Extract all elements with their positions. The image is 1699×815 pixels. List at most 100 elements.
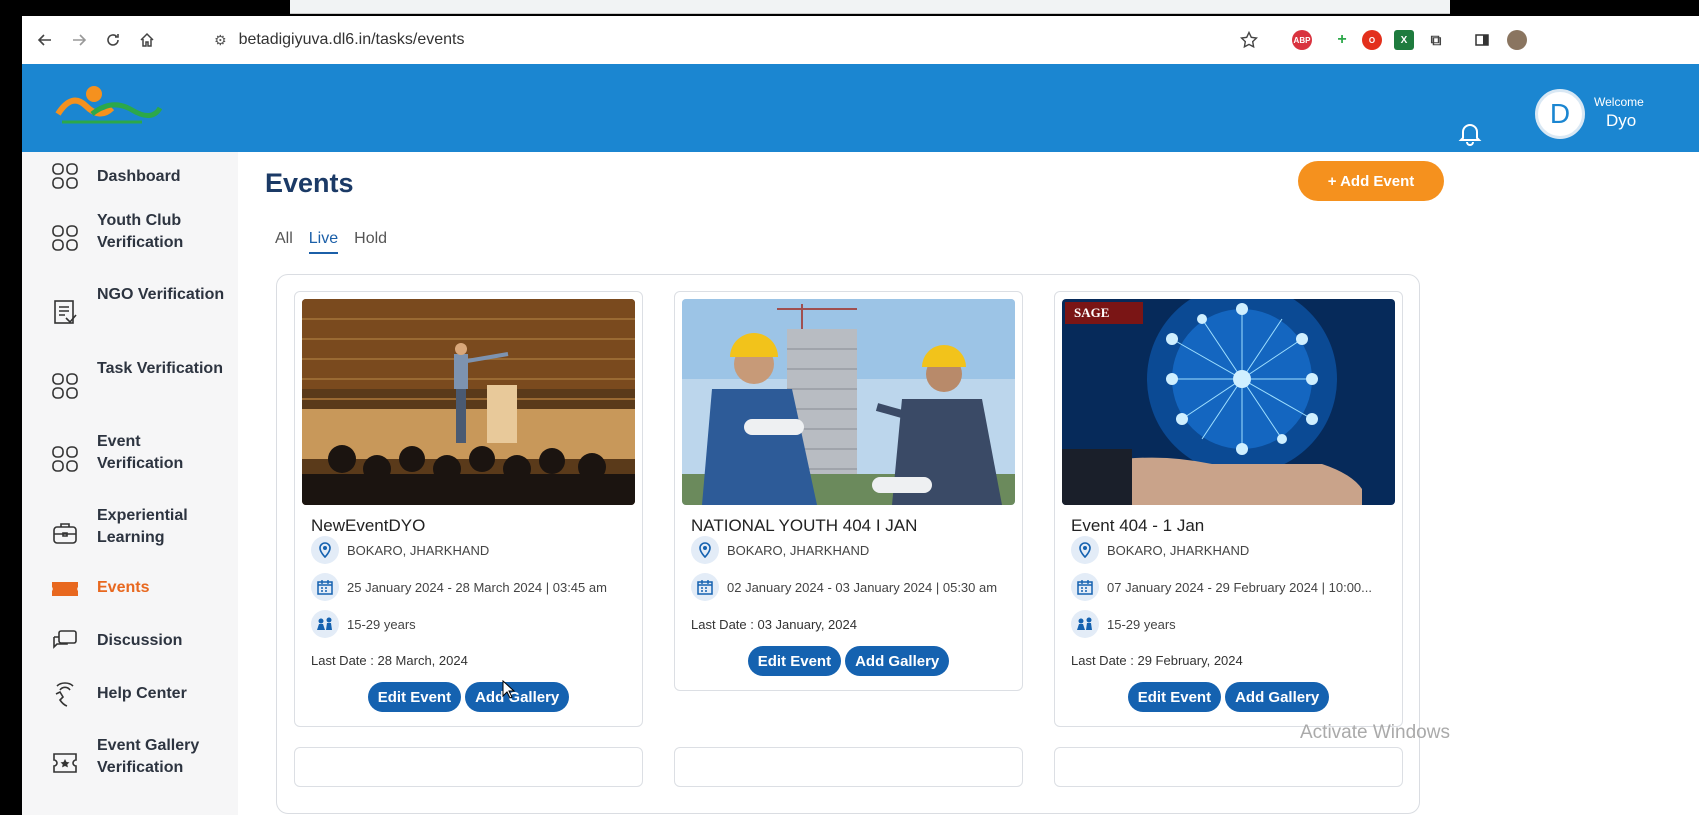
location-pin-icon <box>311 536 339 564</box>
event-dates: 25 January 2024 - 28 March 2024 | 03:45 … <box>311 573 607 601</box>
reload-icon[interactable] <box>96 23 130 57</box>
page-title: Events <box>265 168 354 198</box>
puzzle-icon[interactable]: ⧉ <box>1426 30 1446 50</box>
excel-icon[interactable]: X <box>1394 30 1414 50</box>
profile-icon[interactable] <box>1507 30 1527 50</box>
add-gallery-button[interactable]: Add Gallery <box>465 682 570 712</box>
sidebar-item-discussion[interactable]: Discussion <box>22 625 238 657</box>
location-pin-icon <box>691 536 719 564</box>
event-location: BOKARO, JHARKHAND <box>311 536 489 564</box>
app-header: D Welcome Dyo <box>22 64 1699 152</box>
calendar-icon <box>311 573 339 601</box>
ticket-icon <box>50 574 80 604</box>
sidebar-item-youth-club-verification[interactable]: Youth Club Verification <box>22 210 238 262</box>
event-image[interactable] <box>302 299 635 505</box>
grid-icon <box>50 444 80 474</box>
event-last-date: Last Date : 03 January, 2024 <box>691 617 857 632</box>
edit-event-button[interactable]: Edit Event <box>367 682 462 712</box>
home-icon[interactable] <box>130 23 164 57</box>
event-card-partial <box>1054 747 1403 787</box>
digi-bharat-logo[interactable] <box>52 84 164 128</box>
event-age: 15-29 years <box>311 610 416 638</box>
url-text: betadigiyuva.dl6.in/tasks/events <box>238 31 465 48</box>
tab-all[interactable]: All <box>275 230 293 254</box>
bookmark-star-icon[interactable] <box>1232 23 1266 57</box>
sidepanel-icon[interactable] <box>1472 30 1492 50</box>
window-top-strip <box>290 0 1450 14</box>
event-dates: 02 January 2024 - 03 January 2024 | 05:3… <box>691 573 997 601</box>
sage-logo-text: SAGE <box>1074 305 1109 320</box>
sidebar-item-label: Dashboard <box>97 168 181 185</box>
sidebar-item-label: Youth Club Verification <box>97 212 184 251</box>
calendar-icon <box>1071 573 1099 601</box>
sidebar-item-event-verification[interactable]: Event Verification <box>22 431 238 483</box>
event-dates-text: 02 January 2024 - 03 January 2024 | 05:3… <box>727 579 998 595</box>
tab-hold[interactable]: Hold <box>354 230 387 254</box>
sidebar-item-dashboard[interactable]: Dashboard <box>22 152 238 200</box>
user-name: Dyo <box>1606 111 1637 130</box>
avatar[interactable]: D <box>1535 89 1585 139</box>
mouse-cursor-icon <box>502 679 516 700</box>
avatar-letter: D <box>1549 98 1571 129</box>
event-image[interactable] <box>682 299 1015 505</box>
event-location-text: BOKARO, JHARKHAND <box>1107 542 1250 558</box>
document-check-icon <box>50 297 80 327</box>
tab-live[interactable]: Live <box>308 230 339 254</box>
sidebar-item-help-center[interactable]: Help Center <box>22 677 238 711</box>
event-age-text: 15-29 years <box>1107 616 1176 632</box>
browser-window: ⚙ betadigiyuva.dl6.in/tasks/events ABP +… <box>22 16 1699 815</box>
sidebar-item-label: Discussion <box>97 632 183 649</box>
event-card: SAGE Event 404 - 1 Jan BOKARO, JHARKHAND… <box>1054 291 1403 727</box>
event-card-partial <box>294 747 643 787</box>
abp-icon[interactable]: ABP <box>1292 30 1312 50</box>
sidebar-item-event-gallery-verification[interactable]: Event Gallery Verification <box>22 735 238 787</box>
event-location: BOKARO, JHARKHAND <box>1071 536 1249 564</box>
plus-icon[interactable]: + <box>1332 30 1352 50</box>
event-card: NewEventDYO BOKARO, JHARKHAND 25 January… <box>294 291 643 727</box>
briefcase-icon <box>50 518 80 548</box>
event-age-text: 15-29 years <box>347 616 416 632</box>
status-tabs: All Live Hold <box>275 230 387 254</box>
gallery-icon <box>50 748 80 778</box>
event-last-date: Last Date : 28 March, 2024 <box>311 653 468 668</box>
back-arrow-icon[interactable] <box>28 23 62 57</box>
sidebar-item-label: NGO Verification <box>97 286 225 303</box>
grid-icon <box>50 223 80 253</box>
event-title: NewEventDYO <box>311 516 426 535</box>
address-bar[interactable]: ⚙ betadigiyuva.dl6.in/tasks/events <box>200 23 1400 57</box>
calendar-icon <box>691 573 719 601</box>
add-event-button[interactable]: + Add Event <box>1298 161 1444 201</box>
sidebar-item-events[interactable]: Events <box>22 572 238 604</box>
event-title: NATIONAL YOUTH 404 I JAN <box>691 516 918 535</box>
event-location-text: BOKARO, JHARKHAND <box>347 542 490 558</box>
event-age: 15-29 years <box>1071 610 1176 638</box>
event-dates-text: 25 January 2024 - 28 March 2024 | 03:45 … <box>347 579 607 595</box>
sidebar-item-experiential-learning[interactable]: Experiential Learning <box>22 505 238 557</box>
sidebar-item-ngo-verification[interactable]: NGO Verification <box>22 284 238 336</box>
event-dates: 07 January 2024 - 29 February 2024 | 10:… <box>1071 573 1372 601</box>
sidebar-item-label: Event Verification <box>97 433 184 472</box>
event-image[interactable]: SAGE <box>1062 299 1395 505</box>
add-gallery-button[interactable]: Add Gallery <box>845 646 950 676</box>
site-settings-icon[interactable]: ⚙ <box>214 32 227 49</box>
opera-icon[interactable]: O <box>1362 30 1382 50</box>
event-dates-text: 07 January 2024 - 29 February 2024 | 10:… <box>1107 579 1372 595</box>
edit-event-button[interactable]: Edit Event <box>747 646 842 676</box>
people-icon <box>311 610 339 638</box>
card-actions: Edit Event Add Gallery <box>295 682 642 712</box>
notification-bell-icon[interactable] <box>1457 120 1483 146</box>
activate-windows-watermark: Activate Windows <box>1300 722 1450 743</box>
event-location: BOKARO, JHARKHAND <box>691 536 869 564</box>
add-gallery-button[interactable]: Add Gallery <box>1225 682 1330 712</box>
welcome-label: Welcome <box>1594 95 1644 109</box>
sidebar-item-label: Task Verification <box>97 360 223 377</box>
grid-icon <box>50 371 80 401</box>
grid-icon <box>50 161 80 191</box>
edit-event-button[interactable]: Edit Event <box>1127 682 1222 712</box>
browser-toolbar: ⚙ betadigiyuva.dl6.in/tasks/events ABP +… <box>22 16 1699 64</box>
sidebar-item-task-verification[interactable]: Task Verification <box>22 358 238 410</box>
sidebar-item-label: Event Gallery Verification <box>97 737 200 776</box>
headset-icon <box>50 679 80 709</box>
sidebar-item-label: Experiential Learning <box>97 507 188 546</box>
forward-arrow-icon[interactable] <box>62 23 96 57</box>
